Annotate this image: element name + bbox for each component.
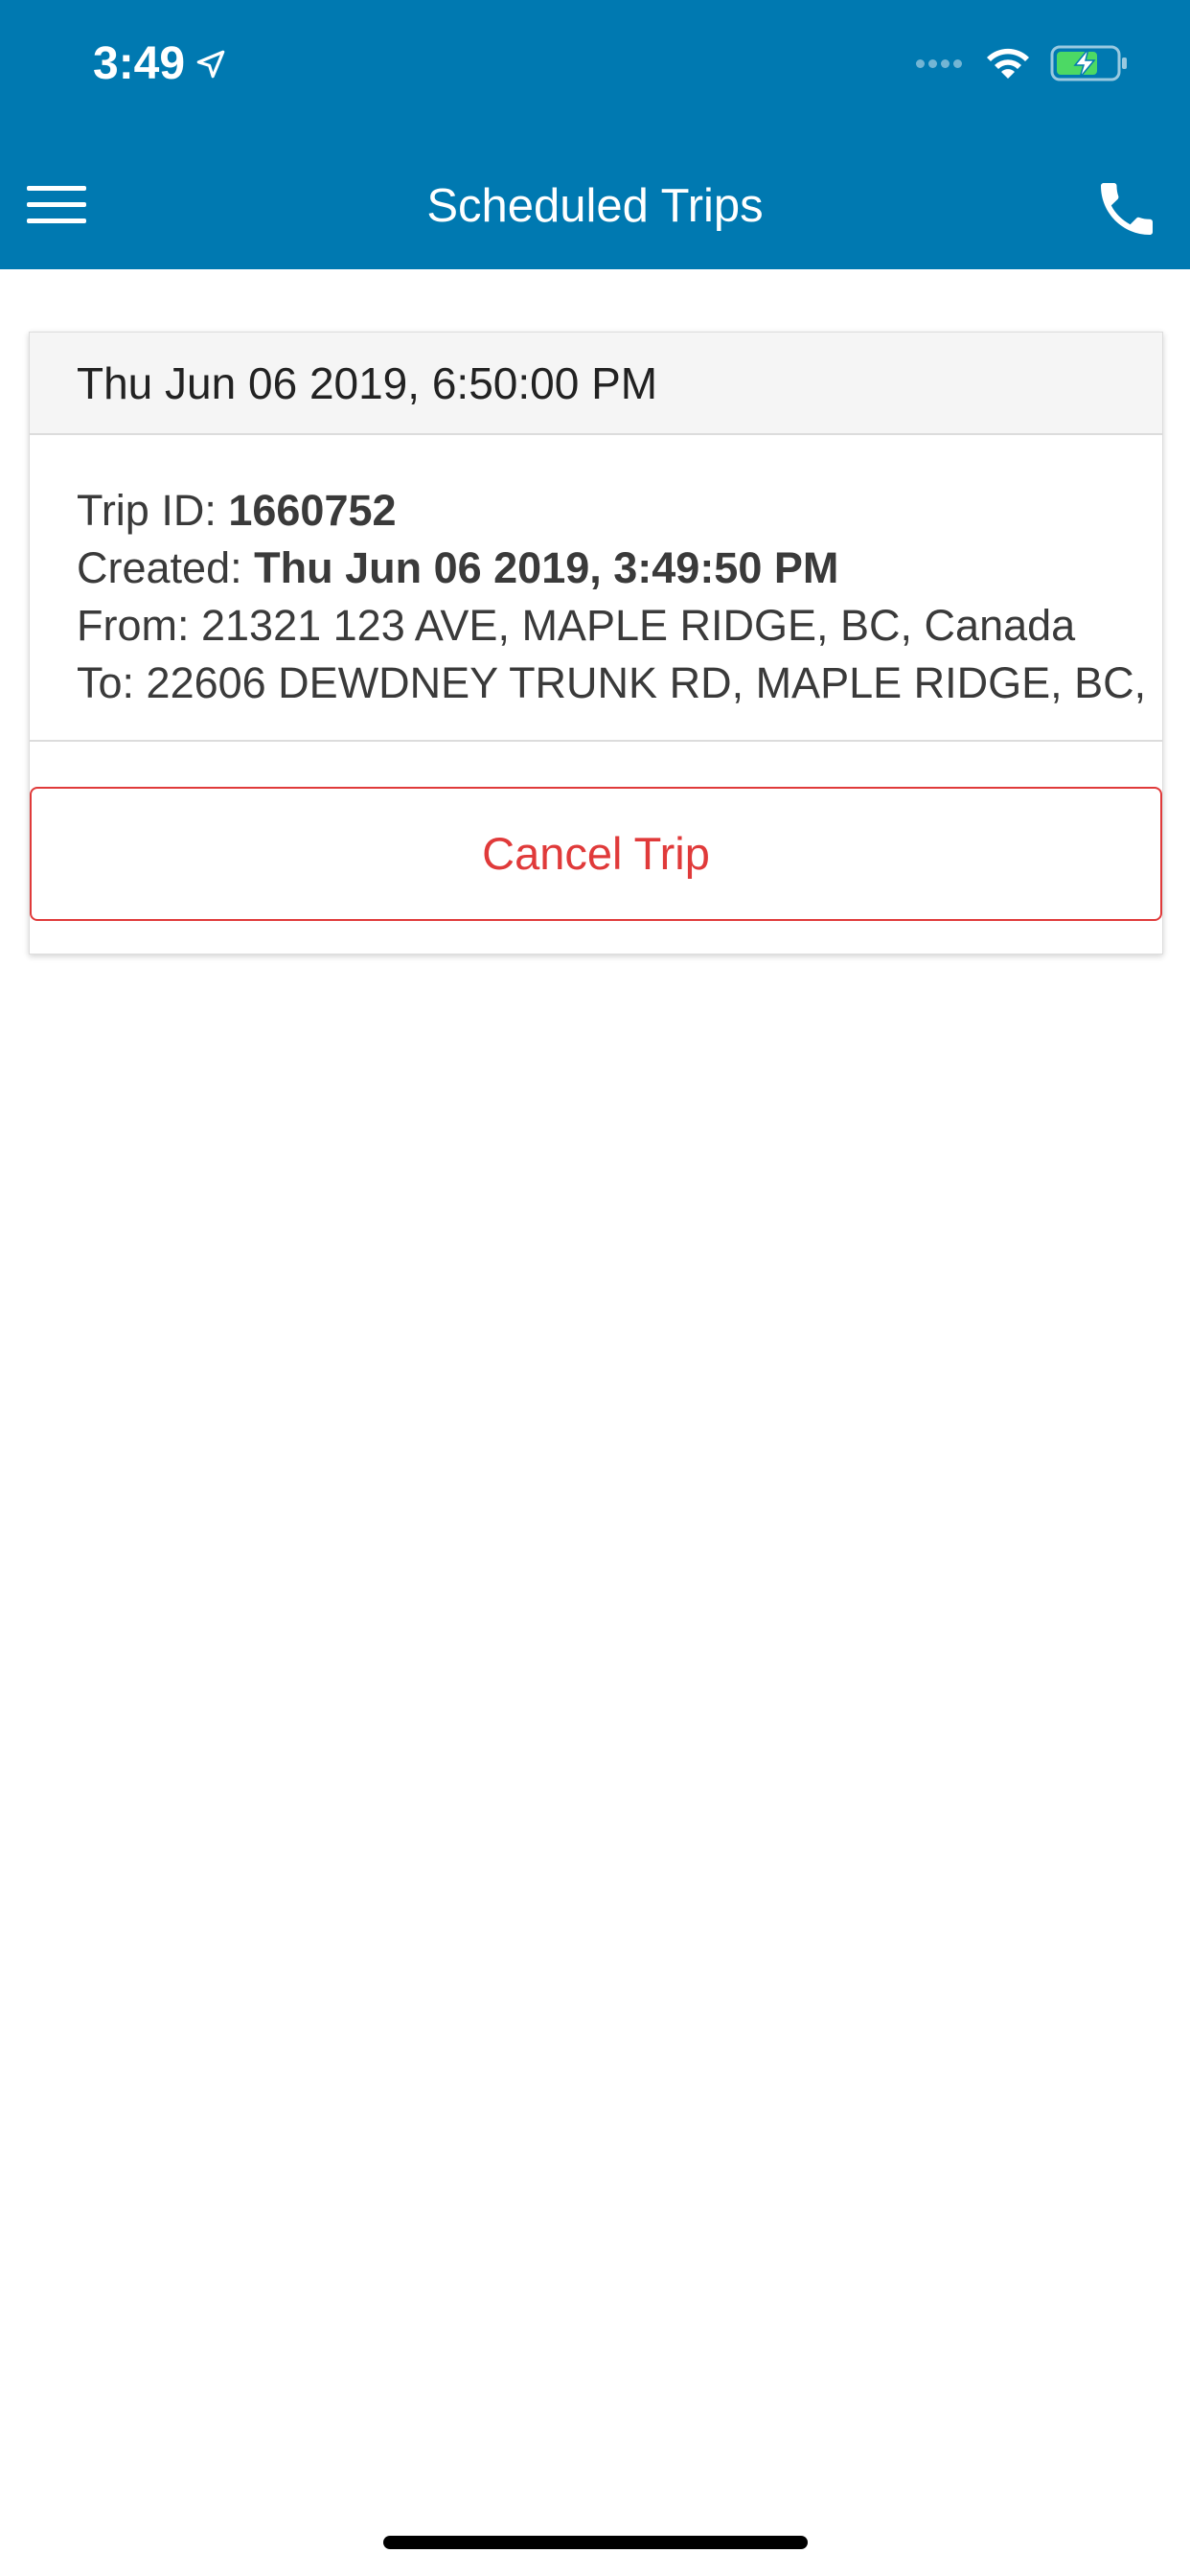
status-bar-time: 3:49 xyxy=(93,36,227,92)
cancel-trip-button[interactable]: Cancel Trip xyxy=(30,787,1162,921)
phone-icon[interactable] xyxy=(1092,174,1161,243)
wifi-icon xyxy=(987,48,1029,79)
trip-id-label: Trip ID: xyxy=(77,486,229,535)
location-arrow-icon xyxy=(196,50,225,79)
trip-scheduled-datetime: Thu Jun 06 2019, 6:50:00 PM xyxy=(30,333,1162,435)
home-indicator[interactable] xyxy=(383,2536,808,2549)
trip-from-label: From: xyxy=(77,601,201,650)
battery-charging-icon xyxy=(1050,45,1127,81)
trip-created-label: Created: xyxy=(77,543,255,592)
trip-to-row: To: 22606 DEWDNEY TRUNK RD, MAPLE RIDGE,… xyxy=(77,655,1145,712)
time-label: 3:49 xyxy=(93,38,186,89)
trip-to-value: 22606 DEWDNEY TRUNK RD, MAPLE RIDGE, BC,… xyxy=(146,658,1145,707)
cellular-signal-icon xyxy=(912,58,962,68)
trip-card: Thu Jun 06 2019, 6:50:00 PM Trip ID: 166… xyxy=(29,332,1163,954)
app-header: 3:49 Scheduled Trips xyxy=(0,0,1190,269)
trip-id-value: 1660752 xyxy=(228,486,397,535)
trip-to-label: To: xyxy=(77,658,147,707)
trip-created-row: Created: Thu Jun 06 2019, 3:49:50 PM xyxy=(77,540,1145,597)
trip-created-value: Thu Jun 06 2019, 3:49:50 PM xyxy=(254,543,839,592)
trip-details: Trip ID: 1660752 Created: Thu Jun 06 201… xyxy=(30,435,1162,742)
status-bar-indicators xyxy=(912,42,1129,84)
page-title: Scheduled Trips xyxy=(426,180,764,232)
trip-id-row: Trip ID: 1660752 xyxy=(77,482,1145,540)
trip-from-row: From: 21321 123 AVE, MAPLE RIDGE, BC, Ca… xyxy=(77,597,1145,655)
trip-from-value: 21321 123 AVE, MAPLE RIDGE, BC, Canada xyxy=(201,601,1076,650)
